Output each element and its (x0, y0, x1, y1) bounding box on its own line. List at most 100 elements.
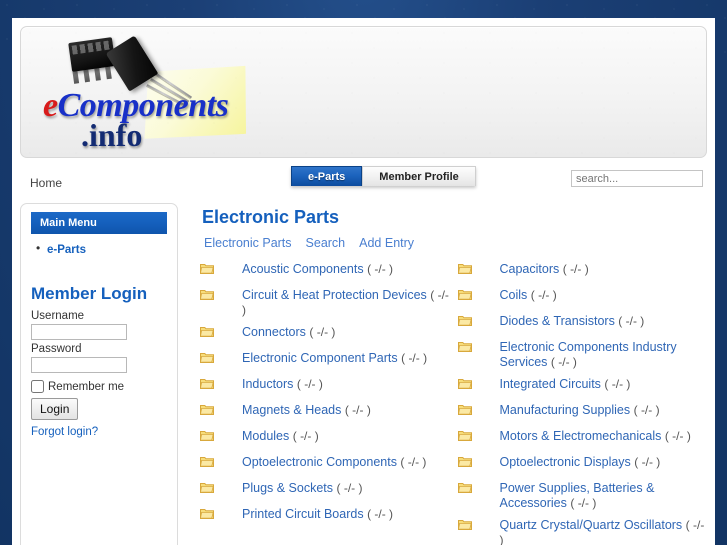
category-count: ( -/- ) (530, 288, 557, 302)
category-count: ( -/- ) (242, 288, 449, 317)
folder-icon (196, 428, 242, 442)
login-button[interactable]: Login (31, 398, 79, 420)
category-item[interactable]: Inductors ( -/- ) (196, 374, 450, 400)
category-link[interactable]: Quartz Crystal/Quartz Oscillators ( -/- … (500, 517, 708, 545)
category-link[interactable]: Printed Circuit Boards ( -/- ) (242, 506, 393, 522)
category-item[interactable]: Circuit & Heat Protection Devices ( -/- … (196, 285, 450, 322)
tab-member-profile[interactable]: Member Profile (362, 166, 476, 186)
category-column-right: Capacitors ( -/- ) Coils ( -/- ) Diodes … (454, 259, 708, 545)
category-link[interactable]: Power Supplies, Batteries & Accessories … (500, 480, 708, 511)
category-link[interactable]: Optoelectronic Components ( -/- ) (242, 454, 426, 470)
sidebar: Main Menu e-Parts Member Login Username … (20, 203, 178, 545)
category-count: ( -/- ) (344, 403, 371, 417)
category-item[interactable]: Electronic Component Parts ( -/- ) (196, 348, 450, 374)
category-column-left: Acoustic Components ( -/- ) Circuit & He… (196, 259, 450, 530)
remember-me-checkbox[interactable] (31, 380, 44, 393)
category-link[interactable]: Magnets & Heads ( -/- ) (242, 402, 371, 418)
tab-e-parts[interactable]: e-Parts (291, 166, 363, 186)
folder-icon (454, 313, 500, 327)
category-link[interactable]: Coils ( -/- ) (500, 287, 557, 303)
category-item[interactable]: Diodes & Transistors ( -/- ) (454, 311, 708, 337)
category-link[interactable]: Electronic Component Parts ( -/- ) (242, 350, 427, 366)
category-link[interactable]: Modules ( -/- ) (242, 428, 319, 444)
category-count: ( -/- ) (400, 455, 427, 469)
category-count: ( -/- ) (634, 455, 661, 469)
category-count: ( -/- ) (309, 325, 336, 339)
category-count: ( -/- ) (550, 355, 577, 369)
category-link[interactable]: Electronic Components Industry Services … (500, 339, 708, 370)
category-item[interactable]: Motors & Electromechanicals ( -/- ) (454, 426, 708, 452)
category-item[interactable]: Optoelectronic Components ( -/- ) (196, 452, 450, 478)
logo-letter-e: e (43, 87, 58, 124)
page-background: eComponents .info e-Parts Member Profile… (0, 0, 727, 545)
sidebar-menu: e-Parts (31, 240, 167, 258)
category-link[interactable]: Optoelectronic Displays ( -/- ) (500, 454, 661, 470)
folder-icon (196, 376, 242, 390)
category-count: ( -/- ) (401, 351, 428, 365)
subnav-electronic-parts[interactable]: Electronic Parts (204, 236, 292, 250)
category-count: ( -/- ) (292, 429, 319, 443)
sidebar-item-e-parts[interactable]: e-Parts (36, 240, 167, 258)
category-count: ( -/- ) (562, 262, 589, 276)
breadcrumb[interactable]: Home (30, 176, 62, 190)
category-item[interactable]: Magnets & Heads ( -/- ) (196, 400, 450, 426)
category-item[interactable]: Connectors ( -/- ) (196, 322, 450, 348)
category-item[interactable]: Acoustic Components ( -/- ) (196, 259, 450, 285)
folder-icon (196, 506, 242, 520)
category-item[interactable]: Integrated Circuits ( -/- ) (454, 374, 708, 400)
folder-icon (196, 454, 242, 468)
category-item[interactable]: Modules ( -/- ) (196, 426, 450, 452)
folder-icon (454, 287, 500, 301)
search-input[interactable] (571, 170, 703, 187)
category-count: ( -/- ) (633, 403, 660, 417)
category-item[interactable]: Optoelectronic Displays ( -/- ) (454, 452, 708, 478)
category-link[interactable]: Integrated Circuits ( -/- ) (500, 376, 631, 392)
category-link[interactable]: Capacitors ( -/- ) (500, 261, 589, 277)
category-link[interactable]: Inductors ( -/- ) (242, 376, 323, 392)
category-link[interactable]: Manufacturing Supplies ( -/- ) (500, 402, 660, 418)
subnav-add-entry[interactable]: Add Entry (359, 236, 414, 250)
folder-icon (454, 339, 500, 353)
category-grid: Acoustic Components ( -/- ) Circuit & He… (196, 259, 707, 545)
category-item[interactable]: Manufacturing Supplies ( -/- ) (454, 400, 708, 426)
folder-icon (196, 402, 242, 416)
folder-icon (454, 480, 500, 494)
category-item[interactable]: Printed Circuit Boards ( -/- ) (196, 504, 450, 530)
folder-icon (454, 428, 500, 442)
category-link[interactable]: Diodes & Transistors ( -/- ) (500, 313, 645, 329)
sidebar-item-label[interactable]: e-Parts (47, 244, 86, 256)
category-link[interactable]: Motors & Electromechanicals ( -/- ) (500, 428, 691, 444)
sidebar-module-title: Main Menu (31, 212, 167, 234)
username-field[interactable] (31, 324, 127, 340)
category-item[interactable]: Electronic Components Industry Services … (454, 337, 708, 374)
folder-icon (454, 517, 500, 531)
main-content: Electronic Parts Electronic Parts Search… (188, 203, 707, 545)
category-link[interactable]: Circuit & Heat Protection Devices ( -/- … (242, 287, 450, 318)
category-count: ( -/- ) (336, 481, 363, 495)
subnav-search[interactable]: Search (306, 236, 346, 250)
folder-icon (196, 324, 242, 338)
remember-me-row: Remember me (31, 380, 167, 393)
main-tabs: e-Parts Member Profile (291, 166, 476, 186)
category-count: ( -/- ) (664, 429, 691, 443)
member-login-title: Member Login (31, 284, 148, 303)
category-count: ( -/- ) (618, 314, 645, 328)
forgot-login-link[interactable]: Forgot login? (31, 426, 167, 438)
category-count: ( -/- ) (604, 377, 631, 391)
folder-icon (196, 287, 242, 301)
category-item[interactable]: Capacitors ( -/- ) (454, 259, 708, 285)
folder-icon (454, 376, 500, 390)
category-count: ( -/- ) (570, 496, 597, 510)
logo-wordmark: eComponents (43, 87, 273, 125)
category-link[interactable]: Plugs & Sockets ( -/- ) (242, 480, 363, 496)
category-item[interactable]: Power Supplies, Batteries & Accessories … (454, 478, 708, 515)
category-item[interactable]: Quartz Crystal/Quartz Oscillators ( -/- … (454, 515, 708, 545)
category-item[interactable]: Coils ( -/- ) (454, 285, 708, 311)
password-field[interactable] (31, 357, 127, 373)
category-link[interactable]: Acoustic Components ( -/- ) (242, 261, 393, 277)
site-logo[interactable]: eComponents .info (43, 29, 273, 155)
password-label: Password (31, 343, 82, 355)
category-item[interactable]: Plugs & Sockets ( -/- ) (196, 478, 450, 504)
site-shell: eComponents .info e-Parts Member Profile… (12, 18, 715, 545)
category-link[interactable]: Connectors ( -/- ) (242, 324, 335, 340)
